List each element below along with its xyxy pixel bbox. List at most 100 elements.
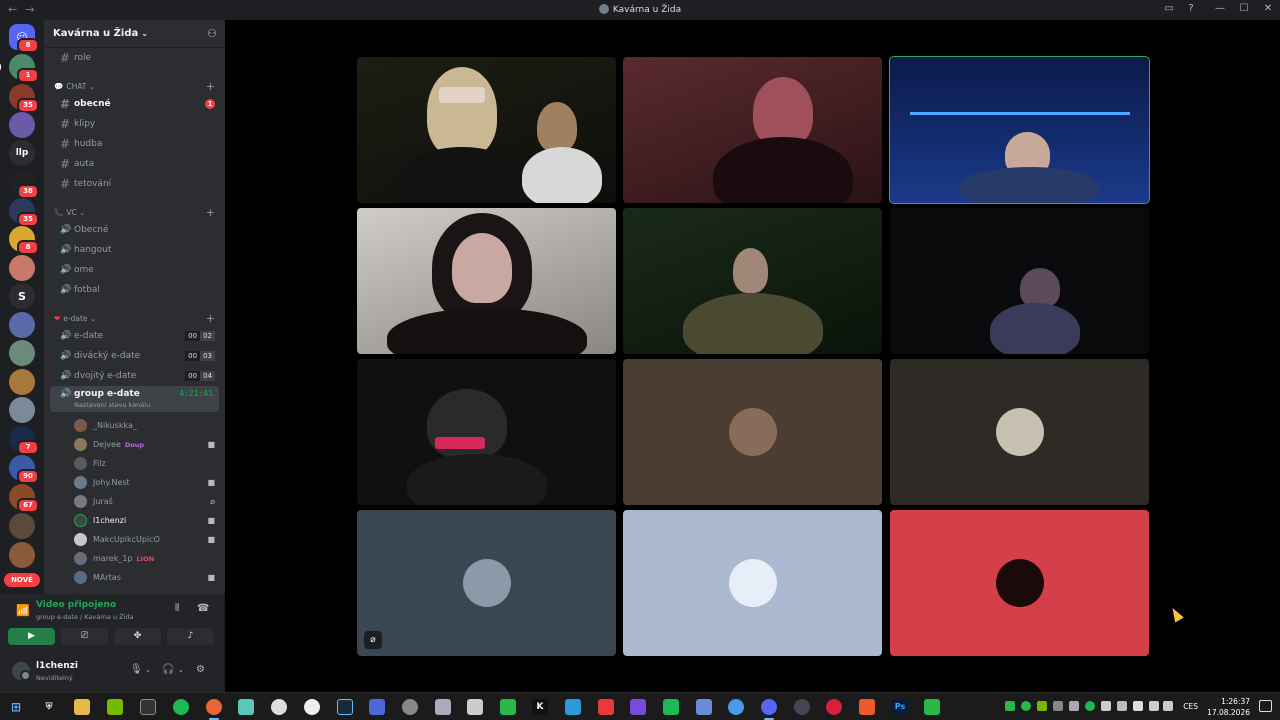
voice-user[interactable]: l1chenzi ■	[50, 511, 219, 530]
add-channel-icon[interactable]: +	[206, 80, 215, 93]
voice-channel-obecne[interactable]: 🔊 Obecné	[50, 220, 219, 240]
server-icon[interactable]	[9, 513, 35, 539]
screen-share-button[interactable]: ⎚	[61, 628, 108, 645]
video-tile-avatar[interactable]	[890, 510, 1149, 656]
server-icon[interactable]: 7	[9, 426, 39, 455]
language-indicator[interactable]: CES	[1183, 702, 1198, 711]
channel-status-hint[interactable]: Nastavení stavu kanálu	[74, 401, 150, 409]
tray-icon[interactable]	[1005, 701, 1015, 711]
app-icon[interactable]	[924, 699, 940, 715]
server-icon[interactable]	[9, 312, 35, 338]
voice-user[interactable]: MArtas ■	[50, 568, 219, 587]
opera-icon[interactable]	[826, 699, 842, 715]
shield-icon[interactable]: ⛨	[41, 699, 57, 715]
file-explorer-icon[interactable]	[74, 699, 90, 715]
channel-role[interactable]: # role	[50, 48, 219, 68]
server-icon[interactable]: 90	[9, 455, 39, 484]
windows-start-icon[interactable]: ⊞	[8, 699, 24, 715]
photoshop-icon[interactable]: Ps	[892, 699, 908, 715]
video-tile[interactable]	[623, 208, 882, 354]
app-icon[interactable]	[500, 699, 516, 715]
category-vc[interactable]: 📞 VC ⌄ +	[44, 204, 225, 220]
voice-channel-group-edate[interactable]: 🔊 group e-date Nastavení stavu kanálu 4:21:…	[50, 386, 219, 412]
server-icon[interactable]	[9, 397, 35, 423]
app-icon[interactable]	[565, 699, 581, 715]
server-icon[interactable]	[9, 340, 35, 366]
voice-user[interactable]: Juraš ⌀	[50, 492, 219, 511]
app-icon[interactable]	[794, 699, 810, 715]
clock[interactable]: 1:26:37 17.08.2026	[1207, 696, 1250, 718]
voice-user[interactable]: Filz	[50, 454, 219, 473]
add-channel-icon[interactable]: +	[206, 312, 215, 325]
app-icon[interactable]	[728, 699, 744, 715]
server-icon[interactable]	[9, 255, 35, 281]
disconnect-icon[interactable]: ☎	[197, 603, 209, 614]
voice-user[interactable]: _Nikuskka_	[50, 416, 219, 435]
voice-channel-hangout[interactable]: 🔊 hangout	[50, 240, 219, 260]
add-member-icon[interactable]: ⚇	[207, 27, 217, 40]
tray-icon[interactable]	[1069, 701, 1079, 711]
server-icon[interactable]: 35	[9, 198, 39, 227]
voice-channel-ome[interactable]: 🔊 ome	[50, 260, 219, 280]
tray-icon[interactable]	[1037, 701, 1047, 711]
nvidia-icon[interactable]	[107, 699, 123, 715]
kick-icon[interactable]: K	[532, 699, 548, 715]
camera-button[interactable]: ▶	[8, 628, 55, 645]
server-s[interactable]: S	[9, 283, 35, 309]
gear-icon[interactable]: ⚙	[196, 664, 205, 675]
video-tile[interactable]	[623, 57, 882, 203]
channel-klipy[interactable]: # klipy	[50, 114, 219, 134]
maximize-button[interactable]: ☐	[1232, 0, 1256, 20]
server-icon[interactable]: 67	[9, 484, 39, 513]
tray-icon[interactable]	[1053, 701, 1063, 711]
server-header[interactable]: Kavárna u Žida ⌄ ⚇	[44, 20, 225, 48]
tray-icon[interactable]	[1085, 701, 1095, 711]
voice-user[interactable]: MakcUpikcUpicO ■	[50, 530, 219, 549]
add-channel-icon[interactable]: +	[206, 206, 215, 219]
voice-channel-fotbal[interactable]: 🔊 fotbal	[50, 280, 219, 300]
server-icon[interactable]	[9, 542, 35, 568]
channel-hudba[interactable]: # hudba	[50, 134, 219, 154]
tray-icon[interactable]	[1021, 701, 1031, 711]
noise-suppression-icon[interactable]: ⫴	[175, 603, 179, 614]
server-llp[interactable]: llp	[9, 140, 35, 166]
brave-icon[interactable]	[859, 699, 875, 715]
terminal-icon[interactable]	[140, 699, 156, 715]
app-icon[interactable]	[598, 699, 614, 715]
app-icon[interactable]	[630, 699, 646, 715]
app-icon[interactable]	[271, 699, 287, 715]
username[interactable]: l1chenzi	[36, 661, 78, 671]
steam-icon[interactable]	[337, 699, 353, 715]
help-icon[interactable]: ?	[1184, 2, 1198, 16]
soundboard-button[interactable]: ♪	[167, 628, 214, 645]
tray-icon[interactable]	[1101, 701, 1111, 711]
voice-status[interactable]: Video připojeno	[36, 600, 116, 610]
server-icon[interactable]: 35	[9, 84, 39, 113]
video-tile-avatar[interactable]: ⌀	[357, 510, 616, 656]
signal-icon[interactable]: 📶	[16, 604, 30, 617]
video-tile-avatar[interactable]	[623, 510, 882, 656]
voice-user[interactable]: marek_1p LION	[50, 549, 219, 568]
video-tile[interactable]	[890, 208, 1149, 354]
activities-button[interactable]: ✤	[114, 628, 161, 645]
network-icon[interactable]	[1149, 701, 1159, 711]
calculator-icon[interactable]	[435, 699, 451, 715]
channel-obecne[interactable]: # obecné 1	[50, 94, 219, 114]
mic-tray-icon[interactable]	[1133, 701, 1143, 711]
headphones-icon[interactable]: 🎧	[162, 664, 174, 675]
voice-channel-divacky-edate[interactable]: 🔊 divácký e-date 00 03	[50, 346, 219, 366]
voice-user[interactable]: Dejvee Doup ■	[50, 435, 219, 454]
category-chat[interactable]: 💬 CHAT ⌄ +	[44, 78, 225, 94]
firefox-icon[interactable]	[206, 699, 222, 720]
category-edate[interactable]: ❤ e-date ⌄ +	[44, 310, 225, 326]
home-discord-icon[interactable]: ☺ 8	[9, 24, 39, 53]
app-icon[interactable]	[402, 699, 418, 715]
voice-channel-edate[interactable]: 🔊 e-date 00 02	[50, 326, 219, 346]
channel-auta[interactable]: # auta	[50, 154, 219, 174]
video-tile[interactable]	[357, 208, 616, 354]
channel-tetovani[interactable]: # tetování	[50, 174, 219, 194]
volume-icon[interactable]	[1163, 701, 1173, 711]
avatar[interactable]	[12, 662, 31, 681]
server-icon[interactable]: 38	[9, 170, 39, 199]
minimize-button[interactable]: —	[1208, 0, 1232, 20]
